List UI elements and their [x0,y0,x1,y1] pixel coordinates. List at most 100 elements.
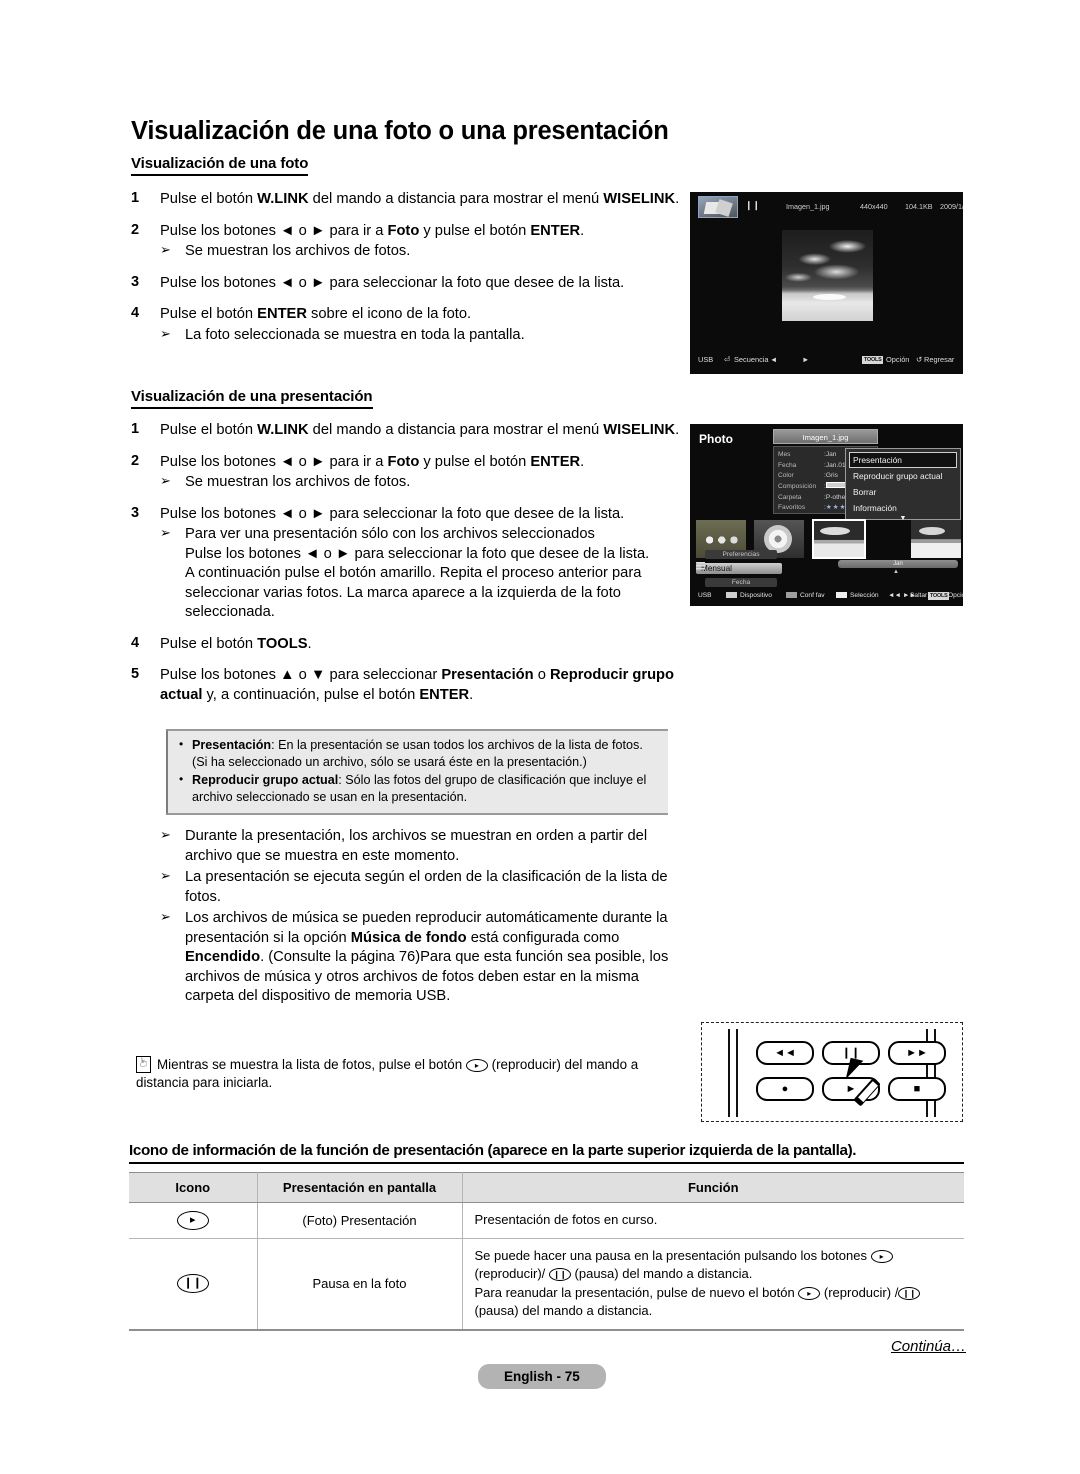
step-number: 2 [131,221,140,238]
step-subnote: ➢ Para ver una presentación sólo con los … [160,525,650,621]
slideshow-step: 3 Pulse los botones ◄ o ► para selecciona… [131,505,691,623]
cell-osd-text: (Foto) Presentación [257,1202,463,1239]
manual-page: Visualización de una foto o una presenta… [0,0,1080,1474]
stop-button[interactable]: ■ [888,1077,946,1101]
slideshow-step: 4 Pulse el botón TOOLS. [131,635,691,655]
selection-label[interactable]: Selección [850,592,879,599]
icon-section-heading: Icono de información de la función de pr… [129,1142,964,1164]
photo-step: 4 Pulse el botón ENTER sobre el icono de … [131,305,691,345]
tv-photo-view-screenshot: ❙❙ Imagen_1.jpg 440x440 104.1KB 2009/1/1… [690,192,963,374]
cell-icon: ❙❙ [129,1238,258,1331]
photo-stack-icon [698,196,738,218]
photo-step: 3 Pulse los botones ◄ o ► para selecciona… [131,274,691,294]
return-label[interactable]: Regresar [924,355,954,364]
context-menu-item[interactable]: Borrar [849,484,957,500]
step-subnote: ➢ Se muestran los archivos de fotos. [160,242,411,260]
column-header-function: Función [462,1172,964,1203]
arrow-bullet-icon: ➢ [160,827,171,842]
slideshow-step: 1 Pulse el botón W.LINK del mando a dista… [131,421,691,441]
sort-tab-monthly-selected[interactable]: Mensual [696,563,826,576]
fav-config-label[interactable]: Conf fav [800,592,825,599]
arrow-bullet-icon: ➢ [160,473,171,489]
tv-menu-bottom-bar: USB Dispositivo Conf fav Selección ◄◄ ►►… [690,588,963,604]
rewind-button[interactable]: ◄◄ [756,1041,814,1065]
step-number: 5 [131,666,140,683]
step-text: Pulse el botón W.LINK del mando a distan… [160,191,680,207]
thumbnail-item[interactable] [911,520,961,558]
page-title: Visualización de una foto o una presenta… [131,117,669,146]
icon-info-table: Icono Presentación en pantalla Función ▸… [129,1172,964,1331]
sequence-icon: ⏎ [724,355,731,364]
step-text: Pulse el botón W.LINK del mando a distan… [160,422,680,438]
slider-marker-icon: ▲ [893,569,899,575]
step-number: 2 [131,452,140,469]
steps-photo-list: 1 Pulse el botón W.LINK del mando a dista… [131,190,691,357]
info-key: Favoritos [778,504,806,512]
skip-label[interactable]: Saltar [910,592,927,599]
note-item: ➢ La presentación se ejecuta según el ord… [160,868,668,905]
step-text: Pulse los botones ◄ o ► para ir a Foto y… [160,222,585,239]
photo-step: 1 Pulse el botón W.LINK del mando a dista… [131,190,691,210]
list-icon [696,562,705,571]
info-value: :Jan [824,451,837,458]
step-text: Pulse los botones ◄ o ► para ir a Foto y… [160,453,585,470]
continued-label: Continúa… [890,1338,966,1355]
tools-badge: TOOLS [862,356,884,364]
photo-dimensions: 440x440 [860,202,888,211]
photo-file-size: 104.1KB [905,202,933,211]
tv-photo-bottom-bar: USB ⏎ Secuencia ◄ ► TOOLS Opción ↺ Regre… [690,348,963,374]
note-item: ➢ Durante la presentación, los archivos s… [160,827,648,864]
page-number-badge: English - 75 [478,1364,606,1389]
sort-tabs[interactable]: Preferencias Mensual Fecha [696,550,826,591]
remote-edge-line [736,1029,738,1117]
step-number: 1 [131,190,140,206]
photo-date: 2009/1/1 [940,202,963,211]
pause-indicator-icon: ❙❙ [745,200,761,210]
tools-badge-2: TOOLS [928,592,950,600]
device-label[interactable]: Dispositivo [740,592,772,599]
context-menu-item[interactable]: Información [849,500,957,516]
tv-menu-view-screenshot: Photo Imagen_1.jpg Mes:Jan Fecha:Jan.01.2… [690,424,963,606]
fast-forward-button[interactable]: ►► [888,1041,946,1065]
context-menu-item[interactable]: Reproducir grupo actual [849,468,957,484]
left-arrow-icon[interactable]: ◄ [770,355,777,364]
tv-photo-top-bar: ❙❙ Imagen_1.jpg 440x440 104.1KB 2009/1/1 [690,192,963,222]
info-key: Mes [778,451,791,458]
hand-note-text: Mientras se muestra la lista de fotos, p… [136,1057,639,1091]
step-text: Pulse el botón ENTER sobre el icono de l… [160,306,472,323]
option-label[interactable]: Opción [886,355,909,364]
step-number: 3 [131,504,140,521]
arrow-bullet-icon: ➢ [160,325,171,341]
month-slider[interactable]: Jan [838,560,958,568]
red-key-chip [726,592,737,598]
info-value: :Gris [824,472,838,480]
column-header-osd: Presentación en pantalla [257,1172,463,1203]
step-number: 3 [131,273,140,290]
cell-osd-text: Pausa en la foto [257,1238,463,1331]
step-subnote: ➢ Se muestran los archivos de fotos. [160,473,411,491]
photo-step: 2 Pulse los botones ◄ o ► para ir a Foto … [131,222,691,262]
info-key: Fecha [778,461,797,469]
menu-file-name: Imagen_1.jpg [773,429,878,444]
context-menu-item-selected[interactable]: Presentación [849,452,957,468]
photo-panel-title: Photo [699,432,733,446]
arrow-bullet-icon: ➢ [160,868,171,884]
info-key: Color [778,472,794,480]
option-label-2[interactable]: Opción [948,592,963,599]
step-text: Pulse el botón TOOLS. [160,635,312,652]
section-heading-photo: Visualización de una foto [131,155,308,176]
step-number: 1 [131,421,140,437]
step-text: Pulse los botones ▲ o ▼ para seleccionar… [160,667,674,704]
right-arrow-icon[interactable]: ► [802,355,809,364]
slideshow-step: 5 Pulse los botones ▲ o ▼ para selecciona… [131,666,691,705]
sort-tab-preferences[interactable]: Preferencias [696,550,826,561]
tools-context-menu[interactable]: Presentación Reproducir grupo actual Borra… [845,448,961,522]
photo-preview-image [782,230,873,321]
note-item: ➢ Los archivos de música se pueden reprod… [160,909,669,1005]
notes-bullet-list: ➢ Durante la presentación, los archivos s… [160,826,680,1009]
record-button[interactable]: ● [756,1077,814,1101]
step-text: Pulse los botones ◄ o ► para seleccionar… [160,505,625,522]
table-header-row: Icono Presentación en pantalla Función [129,1172,964,1203]
sequence-label[interactable]: Secuencia [734,355,769,364]
steps-slideshow-list: 1 Pulse el botón W.LINK del mando a dista… [131,421,691,718]
